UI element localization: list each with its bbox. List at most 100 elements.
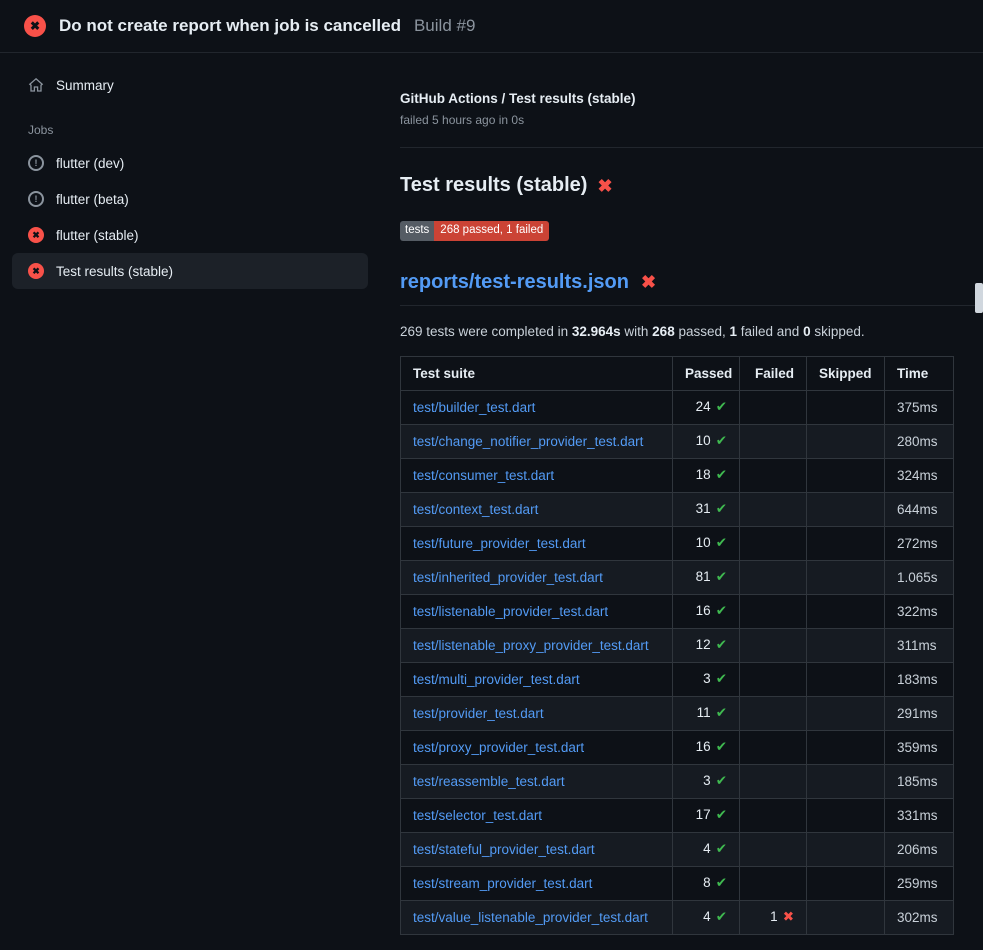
check-icon: ✔ [716,433,727,448]
passed-cell: 3✔ [673,764,740,798]
skipped-cell [807,628,885,662]
time-cell: 291ms [885,696,954,730]
check-icon: ✔ [716,807,727,822]
time-cell: 311ms [885,628,954,662]
build-number: Build #9 [414,16,475,36]
passed-cell: 81✔ [673,560,740,594]
suite-link[interactable]: test/inherited_provider_test.dart [413,570,603,585]
suite-link[interactable]: test/future_provider_test.dart [413,536,586,551]
time-cell: 280ms [885,424,954,458]
summary-text: skipped. [811,324,865,339]
failed-cell [740,730,807,764]
sidebar-item-flutter-dev[interactable]: ! flutter (dev) [12,145,368,181]
skipped-cell [807,492,885,526]
suite-link[interactable]: test/selector_test.dart [413,808,542,823]
table-row: test/listenable_provider_test.dart16✔322… [401,594,954,628]
passed-cell: 11✔ [673,696,740,730]
sidebar-item-label: flutter (stable) [56,228,139,243]
table-row: test/reassemble_test.dart3✔185ms [401,764,954,798]
time-cell: 331ms [885,798,954,832]
failed-status-icon: ✖ [24,15,46,37]
skipped-cell [807,900,885,934]
badge-value: 268 passed, 1 failed [434,221,549,241]
sidebar-item-summary[interactable]: Summary [12,67,368,103]
suite-link[interactable]: test/value_listenable_provider_test.dart [413,910,648,925]
time-cell: 206ms [885,832,954,866]
count: 16 [696,739,711,754]
suite-link[interactable]: test/context_test.dart [413,502,538,517]
breadcrumb: GitHub Actions / Test results (stable) [400,91,951,106]
failed-cell [740,764,807,798]
count: 4 [703,909,711,924]
sidebar-item-flutter-stable[interactable]: ✖ flutter (stable) [12,217,368,253]
time-cell: 259ms [885,866,954,900]
table-row: test/context_test.dart31✔644ms [401,492,954,526]
failed-cell [740,458,807,492]
table-row: test/builder_test.dart 24✔ 375ms [401,390,954,424]
failed-cell [740,390,807,424]
time-cell: 183ms [885,662,954,696]
skipped-cell [807,594,885,628]
check-icon: ✔ [716,603,727,618]
passed-cell: 18✔ [673,458,740,492]
table-row: test/change_notifier_provider_test.dart1… [401,424,954,458]
suite-link[interactable]: test/listenable_provider_test.dart [413,604,608,619]
table-row: test/proxy_provider_test.dart16✔359ms [401,730,954,764]
sidebar-item-test-results-stable[interactable]: ✖ Test results (stable) [12,253,368,289]
table-row: test/provider_test.dart 11✔ 291ms [401,696,954,730]
suite-link[interactable]: test/change_notifier_provider_test.dart [413,434,643,449]
table-row: test/selector_test.dart 17 ✔ 331ms [401,798,954,832]
time-cell: 324ms [885,458,954,492]
passed-cell: 24✔ [673,390,740,424]
home-icon [28,77,44,93]
count: 1 [770,909,778,924]
report-file-link[interactable]: reports/test-results.json [400,271,629,294]
check-icon: ✔ [716,773,727,788]
check-icon: ✔ [716,467,727,482]
time-cell: 302ms [885,900,954,934]
table-row: test/consumer_test.dart 18✔ 324ms [401,458,954,492]
column-header-skipped: Skipped [807,356,885,390]
check-icon: ✔ [716,705,727,720]
section-title: Test results (stable) [400,174,587,197]
passed-cell: 3✔ [673,662,740,696]
suite-link[interactable]: test/stateful_provider_test.dart [413,842,595,857]
sidebar-item-flutter-beta[interactable]: ! flutter (beta) [12,181,368,217]
scrollbar-thumb[interactable] [975,283,983,313]
check-icon: ✔ [716,739,727,754]
count: 17 [696,807,711,822]
suite-link[interactable]: test/listenable_proxy_provider_test.dart [413,638,649,653]
failed-cell [740,628,807,662]
count: 24 [696,399,711,414]
suite-link[interactable]: test/builder_test.dart [413,400,535,415]
suite-link[interactable]: test/multi_provider_test.dart [413,672,580,687]
check-icon: ✔ [716,637,727,652]
time-cell: 375ms [885,390,954,424]
failed-x-icon: ✖ [641,273,656,291]
count: 12 [696,637,711,652]
suite-link[interactable]: test/stream_provider_test.dart [413,876,592,891]
skipped-cell [807,730,885,764]
passed-cell: 10✔ [673,526,740,560]
sidebar-item-label: flutter (dev) [56,156,124,171]
summary-text: 269 tests were completed in [400,324,572,339]
failed-cell [740,662,807,696]
neutral-status-icon: ! [28,191,44,207]
skipped-cell [807,560,885,594]
count: 3 [703,671,711,686]
sidebar-item-label: Test results (stable) [56,264,173,279]
failed-cell [740,594,807,628]
suite-link[interactable]: test/provider_test.dart [413,706,544,721]
run-meta: failed 5 hours ago in 0s [400,113,951,127]
check-icon: ✔ [716,841,727,856]
check-icon: ✔ [716,909,727,924]
failed-cell [740,866,807,900]
summary-failed-count: 1 [730,324,738,339]
suite-link[interactable]: test/proxy_provider_test.dart [413,740,584,755]
table-row: test/inherited_provider_test.dart81✔1.06… [401,560,954,594]
suite-link[interactable]: test/reassemble_test.dart [413,774,565,789]
skipped-cell [807,424,885,458]
table-row: test/multi_provider_test.dart 3✔ 183ms [401,662,954,696]
suite-link[interactable]: test/consumer_test.dart [413,468,554,483]
passed-cell: 4✔ [673,900,740,934]
